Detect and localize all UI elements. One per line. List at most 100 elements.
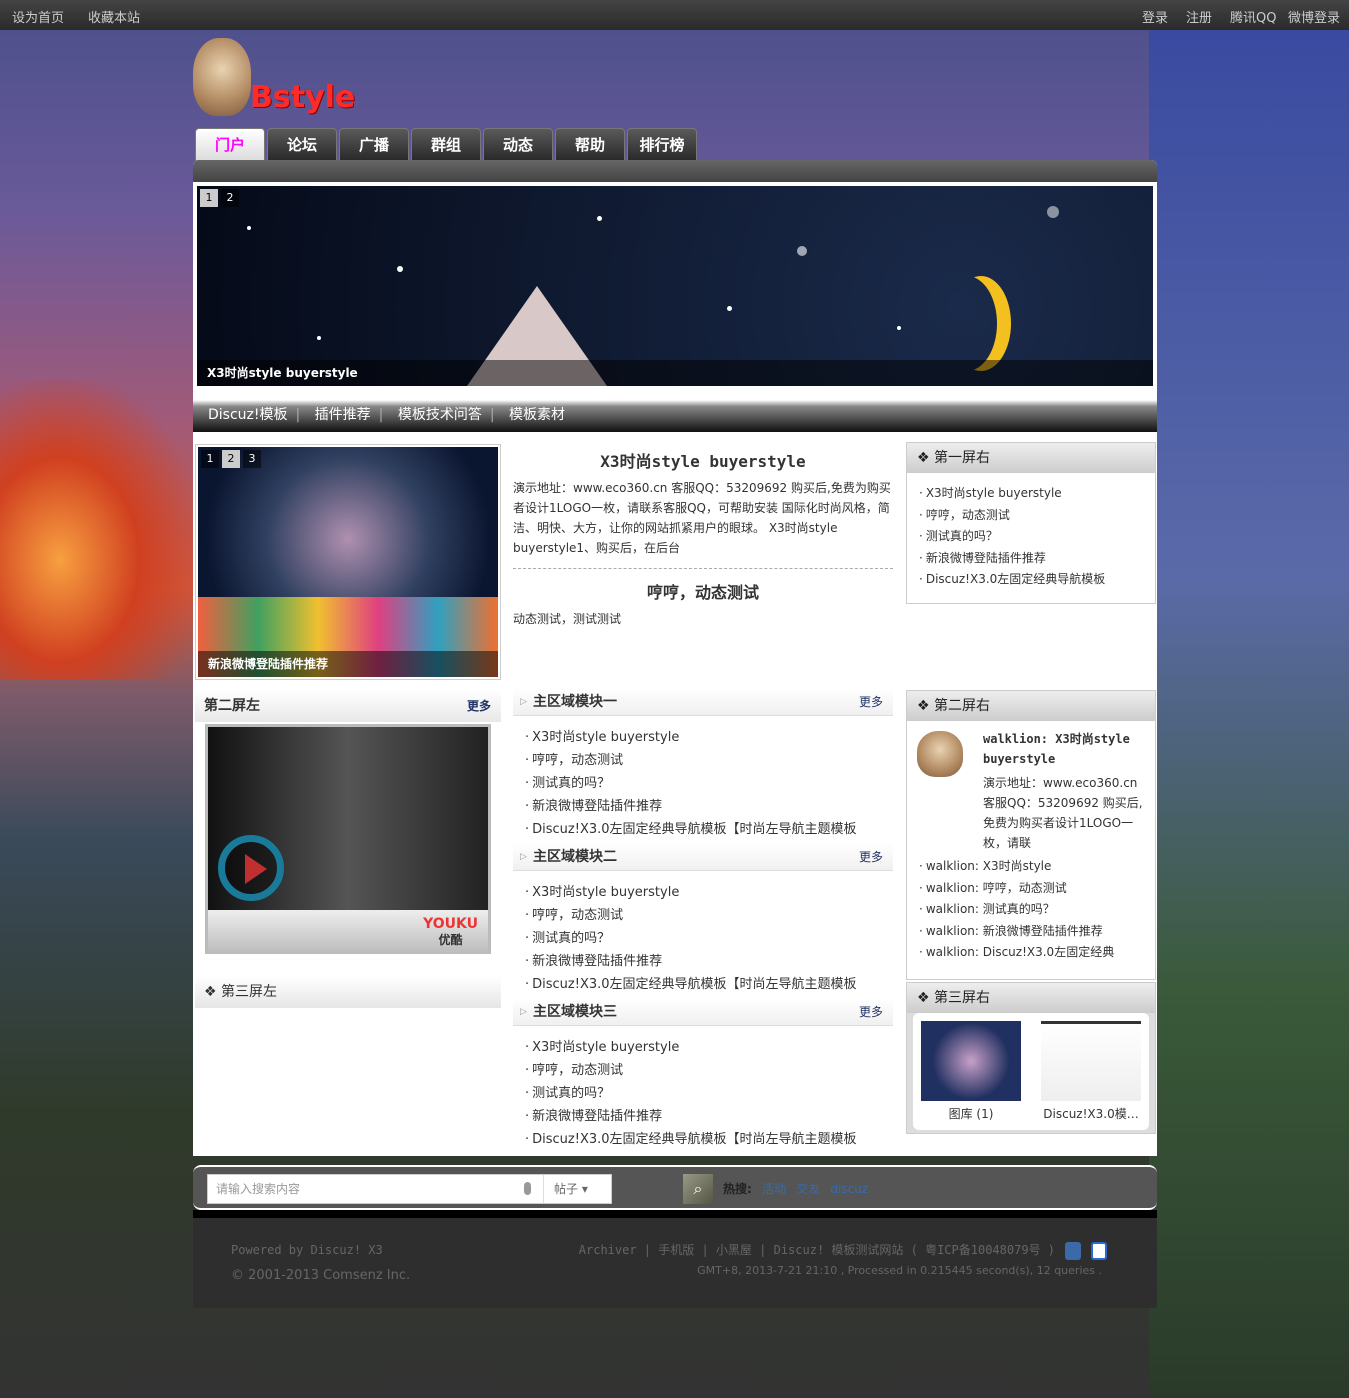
video-controls[interactable]: YOUKU 优酷 [208,910,488,954]
list-item[interactable]: 测试真的吗？ [919,526,1143,548]
powered-by[interactable]: Powered by Discuz! X3 [231,1243,383,1257]
security-shield-icon[interactable] [1065,1241,1081,1260]
list-item[interactable]: Discuz!X3.0左固定经典导航模板【时尚左导航主题模板 [525,973,881,996]
subnav-template-assets[interactable]: 模板素材 [509,407,565,423]
module-3: 主区域模块三 更多 X3时尚style buyerstyle 哼哼，动态测试 测试… [513,998,893,1153]
list-item[interactable]: walklion: 哼哼，动态测试 [919,878,1143,900]
more-link[interactable]: 更多 [467,690,491,722]
verification-badge-icon[interactable] [1091,1241,1107,1260]
youku-brand: 优酷 [438,933,463,947]
banner-slideshow[interactable]: 1 2 X3时尚style buyerstyle [197,186,1153,386]
nav-forum[interactable]: 论坛 [267,128,337,161]
list-item[interactable]: 新浪微博登陆插件推荐 [525,795,881,818]
thumbnail-caption: 图库 (1) [948,1107,994,1121]
list-item[interactable]: Discuz!X3.0左固定经典导航模板【时尚左导航主题模板 [525,818,881,841]
moon-illustration [937,276,997,371]
list-item[interactable]: 哼哼，动态测试 [525,1059,881,1082]
hot-search-link[interactable]: 活动 [762,1182,786,1196]
slide-caption[interactable]: 新浪微博登陆插件推荐 [198,651,498,677]
subnav-template-qa[interactable]: 模板技术问答 [398,407,482,423]
footer-links-text[interactable]: Archiver | 手机版 | 小黑屋 | Discuz! 模板测试网站 ( … [579,1243,1055,1257]
more-link[interactable]: 更多 [859,688,883,716]
nav-help[interactable]: 帮助 [555,128,625,161]
list-item[interactable]: 新浪微博登陆插件推荐 [525,950,881,973]
subnav-plugins[interactable]: 插件推荐 [315,407,371,423]
nav-broadcast[interactable]: 广播 [339,128,409,161]
main-header-strip [193,160,1157,182]
second-left-box: 第二屏左 更多 YOUKU 优酷 [195,690,501,956]
article-summary: 演示地址：www.eco360.cn 客服QQ：53209692 购买后,免费为… [513,481,891,555]
box-title: 第二屏右 [934,698,991,714]
nav-ranking[interactable]: 排行榜 [627,128,697,161]
list-item[interactable]: 新浪微博登陆插件推荐 [919,548,1143,570]
search-placeholder: 请输入搜索内容 [216,1182,301,1196]
subnav-discuz-templates[interactable]: Discuz!模板 [208,407,288,423]
list-item[interactable]: 新浪微博登陆插件推荐 [525,1105,881,1128]
article-title[interactable]: 哼哼，动态测试 [513,579,893,603]
banner-caption[interactable]: X3时尚style buyerstyle [197,360,1153,386]
site-logo[interactable]: Bstyle [193,38,355,120]
nav-groups[interactable]: 群组 [411,128,481,161]
third-right-box: ❖ 第三屏右 图库 (1) Discuz!X3.0模… [906,982,1156,1134]
slide-page-3[interactable]: 3 [243,450,261,468]
search-type-select[interactable]: 帖子 ▾ [543,1175,611,1203]
list-item[interactable]: X3时尚style buyerstyle [525,881,881,904]
microphone-icon[interactable] [524,1182,531,1195]
box-header: ❖ 第二屏右 [907,691,1155,721]
youku-logo: YOUKU 优酷 [423,916,478,948]
list-item[interactable]: 哼哼，动态测试 [525,904,881,927]
set-homepage-link[interactable]: 设为首页 [12,7,64,26]
search-button[interactable]: ⌕ [683,1174,713,1204]
slide-page-2[interactable]: 2 [222,450,240,468]
list-item[interactable]: walklion: X3时尚style [919,856,1143,878]
box-title: 第三屏左 [221,984,278,1000]
list-item[interactable]: X3时尚style buyerstyle [525,726,881,749]
list-item[interactable]: walklion: Discuz!X3.0左固定经典 [919,942,1143,964]
list-item[interactable]: 哼哼，动态测试 [525,749,881,772]
feature-title[interactable]: walklion: X3时尚style buyerstyle [983,729,1145,769]
login-link[interactable]: 登录 [1142,7,1168,26]
avatar[interactable] [917,731,963,777]
search-input[interactable]: 请输入搜索内容 帖子 ▾ [207,1174,612,1204]
list-item[interactable]: walklion: 新浪微博登陆插件推荐 [919,921,1143,943]
play-icon[interactable] [218,835,284,901]
banner-page-1[interactable]: 1 [200,189,218,207]
article-title[interactable]: X3时尚style buyerstyle [513,448,893,472]
nav-activity[interactable]: 动态 [483,128,553,161]
footer-links: Archiver | 手机版 | 小黑屋 | Discuz! 模板测试网站 ( … [579,1241,1107,1260]
register-link[interactable]: 注册 [1186,7,1212,26]
slide-pager: 1 2 3 [201,450,261,468]
list-item[interactable]: 测试真的吗？ [525,1082,881,1105]
list-item[interactable]: Discuz!X3.0左固定经典导航模板【时尚左导航主题模板 [525,1128,881,1151]
hot-search-link[interactable]: 交友 [796,1182,820,1196]
module-title: 主区域模块三 [533,1004,617,1020]
box-title: 第二屏左 [204,698,260,714]
list-item[interactable]: 哼哼，动态测试 [919,505,1143,527]
box-title: 第一屏右 [934,450,991,466]
bookmark-link[interactable]: 收藏本站 [88,7,140,26]
list-item[interactable]: walklion: 测试真的吗？ [919,899,1143,921]
more-link[interactable]: 更多 [859,843,883,871]
hot-search-link[interactable]: discuz [830,1182,868,1196]
banner-page-2[interactable]: 2 [221,189,239,207]
list-item[interactable]: X3时尚style buyerstyle [525,1036,881,1059]
video-player[interactable]: YOUKU 优酷 [205,724,491,954]
list-item[interactable]: X3时尚style buyerstyle [919,483,1143,505]
list-item[interactable]: 测试真的吗？ [525,772,881,795]
more-link[interactable]: 更多 [859,998,883,1026]
box-header: 第二屏左 更多 [195,690,501,722]
thumbnail-template[interactable]: Discuz!X3.0模… [1041,1021,1141,1122]
main-nav: 门户 论坛 广播 群组 动态 帮助 排行榜 [195,128,697,161]
slideshow-2[interactable]: 1 2 3 新浪微博登陆插件推荐 [195,444,501,680]
list-item[interactable]: Discuz!X3.0左固定经典导航模板 [919,569,1143,591]
top-bar: 设为首页 收藏本站 登录 注册 腾讯QQ 微博登录 [0,0,1349,30]
cat-logo-icon [193,38,251,116]
nav-portal[interactable]: 门户 [195,128,265,161]
module-2: 主区域模块二 更多 X3时尚style buyerstyle 哼哼，动态测试 测试… [513,843,893,998]
thumbnail-gallery[interactable]: 图库 (1) [921,1021,1021,1122]
qq-login-link[interactable]: 腾讯QQ [1230,7,1276,26]
slide-page-1[interactable]: 1 [201,450,219,468]
weibo-login-link[interactable]: 微博登录 [1288,7,1340,26]
list-item[interactable]: 测试真的吗？ [525,927,881,950]
star [727,306,732,311]
